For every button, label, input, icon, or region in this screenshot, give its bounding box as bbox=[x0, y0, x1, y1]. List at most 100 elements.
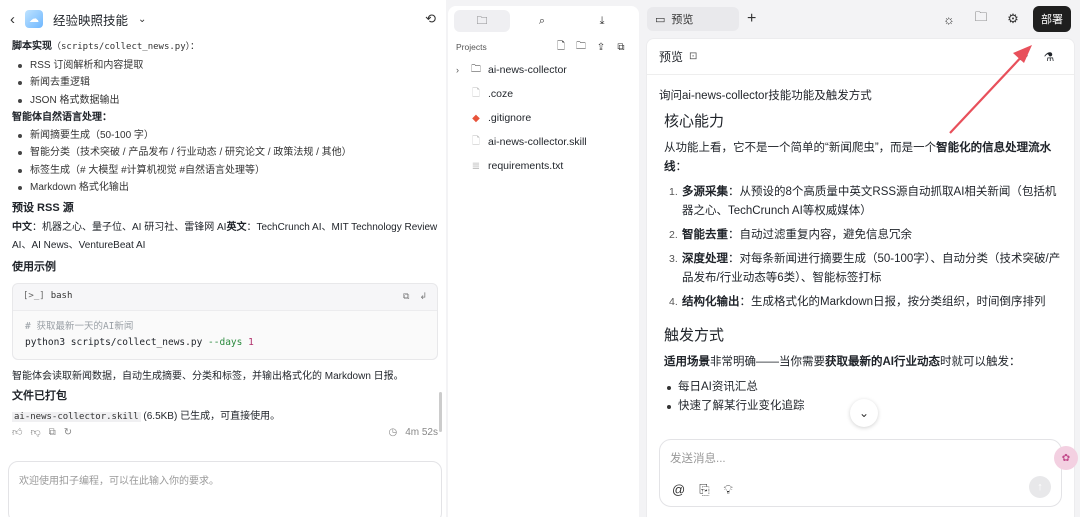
thumbs-down-icon[interactable]: 👎︎ bbox=[30, 426, 40, 438]
rss-cn-label: 中文 bbox=[12, 222, 32, 233]
mention-icon[interactable]: @ bbox=[672, 482, 685, 498]
trigger-c: 获取最新的AI行业动态 bbox=[825, 356, 940, 368]
file-name: requirements.txt bbox=[488, 160, 564, 172]
tab-preview[interactable]: ▭ 预览 bbox=[647, 7, 739, 31]
upload-icon[interactable]: ⇪ bbox=[591, 42, 611, 53]
preview-topbar: ▭ 预览 + ☼ 🗀︎ ⚙ 部署 bbox=[641, 0, 1080, 38]
retry-icon[interactable]: ↻ bbox=[64, 427, 72, 438]
preview-message-input[interactable]: 发送消息... @ ⎘ 💡︎ ↑ bbox=[659, 439, 1062, 507]
capability-item: 2. 智能去重：自动过滤重复内容，避免信息冗余 bbox=[664, 226, 1062, 245]
capability-text: ：生成格式化的Markdown日报，按分类组织，时间倒序排列 bbox=[739, 296, 1046, 308]
preview-panel: ▭ 预览 + ☼ 🗀︎ ⚙ 部署 预览 ⊡ ⟳ ⚗ 询问ai-news-coll… bbox=[641, 0, 1080, 517]
file-item[interactable]: ≣ requirements.txt bbox=[448, 154, 639, 178]
core-intro-end: ： bbox=[675, 161, 688, 173]
file-item[interactable]: 🗋︎ .coze bbox=[448, 82, 639, 106]
nlp-item: Markdown 格式化输出 bbox=[12, 179, 440, 197]
trigger-intro: 适用场景非常明确——当你需要获取最新的AI行业动态时就可以触发： bbox=[664, 353, 1062, 372]
history-icon[interactable]: ⟳ bbox=[1010, 50, 1036, 64]
app-title[interactable]: 经验映照技能 bbox=[53, 10, 128, 29]
tab-download[interactable]: ⤓ bbox=[574, 10, 630, 32]
core-intro-text: 从功能上看，它不是一个简单的“新闻爬虫”，而是一个 bbox=[664, 142, 937, 154]
trigger-a: 适用场景 bbox=[664, 356, 710, 368]
settings-sliders-icon[interactable]: ⚙ bbox=[1001, 11, 1025, 27]
capability-item: 3. 深度处理：对每条新闻进行摘要生成（50-100字）、自动分类（技术突破/产品… bbox=[664, 250, 1062, 288]
folder-icon[interactable]: 🗀︎ bbox=[969, 8, 993, 30]
file-item[interactable]: › 🗀︎ ai-news-collector bbox=[448, 58, 639, 82]
capability-text: ：自动过滤重复内容，避免信息冗余 bbox=[728, 229, 912, 241]
send-icon: ↑ bbox=[1037, 481, 1043, 493]
file-item[interactable]: 🗋︎ ai-news-collector.skill bbox=[448, 130, 639, 154]
new-file-icon[interactable]: 🗋︎ bbox=[551, 39, 571, 56]
preview-header: 预览 ⊡ ⟳ ⚗ bbox=[647, 39, 1074, 75]
file-icon: 🗋︎ bbox=[471, 87, 481, 99]
copy-icon[interactable]: ⧉ bbox=[611, 42, 631, 53]
terminal-icon: [>_] bbox=[23, 290, 45, 301]
elapsed-time: 4m 52s bbox=[405, 426, 438, 438]
code-command: python3 scripts/collect_news.py bbox=[25, 336, 209, 348]
message-actions: 👍︎ 👎︎ ⧉ ↻ ◷ 4m 52s bbox=[12, 426, 438, 439]
tab-files[interactable]: 🗀︎ bbox=[454, 10, 510, 32]
folder-icon: 🗀︎ bbox=[471, 63, 481, 75]
capability-text: ：对每条新闻进行摘要生成（50-100字）、自动分类（技术突破/产品发布/行业动… bbox=[682, 253, 1061, 284]
file-tree: › 🗀︎ ai-news-collector 🗋︎ .coze ◆ .gitignore 🗋︎… bbox=[448, 58, 639, 178]
code-flag: --days bbox=[208, 336, 243, 348]
preview-content: 询问ai-news-collector技能功能及触发方式 核心能力 从功能上看，… bbox=[647, 75, 1074, 416]
capability-number: 2. bbox=[669, 229, 678, 241]
theme-icon[interactable]: ☼ bbox=[937, 12, 961, 27]
copy-message-icon[interactable]: ⧉ bbox=[49, 427, 56, 438]
code-header: [>_] bash ⧉ ↲ bbox=[13, 283, 437, 311]
back-icon[interactable]: ‹ bbox=[10, 11, 15, 28]
code-body: # 获取最新一天的AI新闻 python3 scripts/collect_ne… bbox=[13, 310, 437, 359]
chevron-down-icon[interactable]: ⌄ bbox=[138, 14, 146, 25]
file-icon: ≣ bbox=[471, 160, 481, 172]
chevron-right-icon: › bbox=[456, 65, 459, 75]
chat-input[interactable]: 欢迎使用扣子编程，可以在此输入你的要求。 bbox=[8, 461, 442, 517]
nlp-item: 新闻摘要生成（50-100 字） bbox=[12, 127, 440, 145]
script-item: JSON 格式数据输出 bbox=[12, 92, 440, 110]
add-tab-button[interactable]: + bbox=[747, 10, 756, 28]
user-question: 询问ai-news-collector技能功能及触发方式 bbox=[659, 90, 872, 102]
core-intro: 从功能上看，它不是一个简单的“新闻爬虫”，而是一个智能化的信息处理流水线： bbox=[664, 139, 1062, 177]
chat-panel: ‹ ☁ 经验映照技能 ⌄ ⟲ 脚本实现（scripts/collect_news… bbox=[0, 0, 446, 517]
chat-message: 脚本实现（scripts/collect_news.py）： RSS 订阅解析和… bbox=[12, 38, 440, 448]
send-button[interactable]: ↑ bbox=[1029, 476, 1051, 498]
capability-label: 多源采集 bbox=[682, 186, 728, 198]
rss-heading: 预设 RSS 源 bbox=[12, 201, 74, 214]
new-folder-icon[interactable]: 🗀︎ bbox=[571, 39, 591, 56]
folder-icon: 🗀︎ bbox=[476, 14, 488, 27]
capability-text: ：从预设的8个高质量中英文RSS源自动抓取AI相关新闻（包括机器之心、TechC… bbox=[682, 186, 1057, 217]
capability-label: 智能去重 bbox=[682, 229, 728, 241]
git-icon: ◆ bbox=[472, 112, 480, 124]
nlp-list: 新闻摘要生成（50-100 字） 智能分类（技术突破 / 产品发布 / 行业动态 … bbox=[12, 127, 440, 197]
capability-number: 3. bbox=[669, 253, 678, 265]
file-icon: 🗋︎ bbox=[471, 135, 481, 147]
code-lang: bash bbox=[50, 290, 73, 301]
attach-icon[interactable]: ⎘ bbox=[699, 482, 709, 498]
packed-file[interactable]: ai-news-collector.skill bbox=[12, 411, 141, 422]
scroll-down-button[interactable]: ⌄ bbox=[850, 399, 878, 427]
wrap-icon[interactable]: ↲ bbox=[419, 288, 427, 306]
trigger-item: 每日AI资讯汇总 bbox=[664, 378, 1062, 397]
explorer-tabs: 🗀︎ ⌕ ⤓ bbox=[448, 6, 639, 36]
assistant-float-icon[interactable]: ✿ bbox=[1054, 446, 1078, 470]
preview-mode-icon[interactable]: ⊡ bbox=[689, 51, 697, 62]
thumbs-up-icon[interactable]: 👍︎ bbox=[12, 426, 22, 438]
code-number: 1 bbox=[248, 336, 254, 348]
rss-en-text: ：TechCrunch AI、MIT Technology Review bbox=[246, 222, 438, 233]
window-icon: ▭ bbox=[655, 13, 666, 26]
copy-icon[interactable]: ⧉ bbox=[403, 288, 409, 306]
tab-preview-label: 预览 bbox=[671, 14, 694, 26]
history-icon[interactable]: ⟲ bbox=[425, 11, 436, 27]
bottle-icon[interactable]: ⚗ bbox=[1036, 50, 1062, 64]
file-name: ai-news-collector bbox=[488, 64, 567, 76]
packed-heading: 文件已打包 bbox=[12, 390, 67, 402]
lightbulb-icon[interactable]: 💡︎ bbox=[724, 482, 733, 498]
chevron-down-icon: ⌄ bbox=[858, 406, 870, 420]
download-icon: ⤓ bbox=[599, 14, 605, 27]
scrollbar[interactable] bbox=[439, 392, 442, 432]
deploy-button[interactable]: 部署 bbox=[1033, 6, 1071, 32]
tab-search[interactable]: ⌕ bbox=[514, 10, 570, 32]
core-heading: 核心能力 bbox=[664, 113, 725, 130]
file-item[interactable]: ◆ .gitignore bbox=[448, 106, 639, 130]
clock-icon: ◷ bbox=[388, 426, 398, 438]
